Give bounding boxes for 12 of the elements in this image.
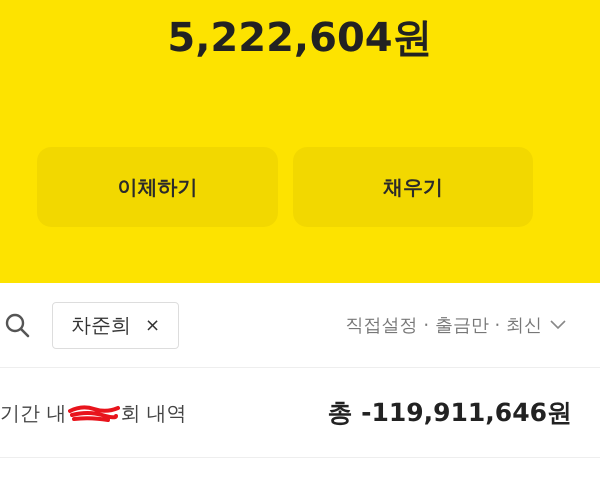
filter-dropdown[interactable]: 직접설정 · 출금만 · 최신 [346, 312, 566, 338]
total-amount: 총 -119,911,646원 [327, 396, 572, 429]
summary-label: 회 내역 [120, 400, 187, 426]
action-button[interactable]: 이체하기 [37, 147, 278, 227]
chip-label: 차준희 [71, 312, 131, 339]
action-button[interactable]: 채우기 [292, 147, 533, 227]
search-icon[interactable] [4, 312, 30, 338]
redaction-scribble-drawing [68, 402, 120, 422]
summary-label: 기간 내 [0, 400, 66, 426]
chevron-down-icon [550, 320, 566, 330]
balance-amount: 5,222,604원 [167, 14, 433, 63]
chip-remove-button[interactable]: × [145, 312, 160, 338]
